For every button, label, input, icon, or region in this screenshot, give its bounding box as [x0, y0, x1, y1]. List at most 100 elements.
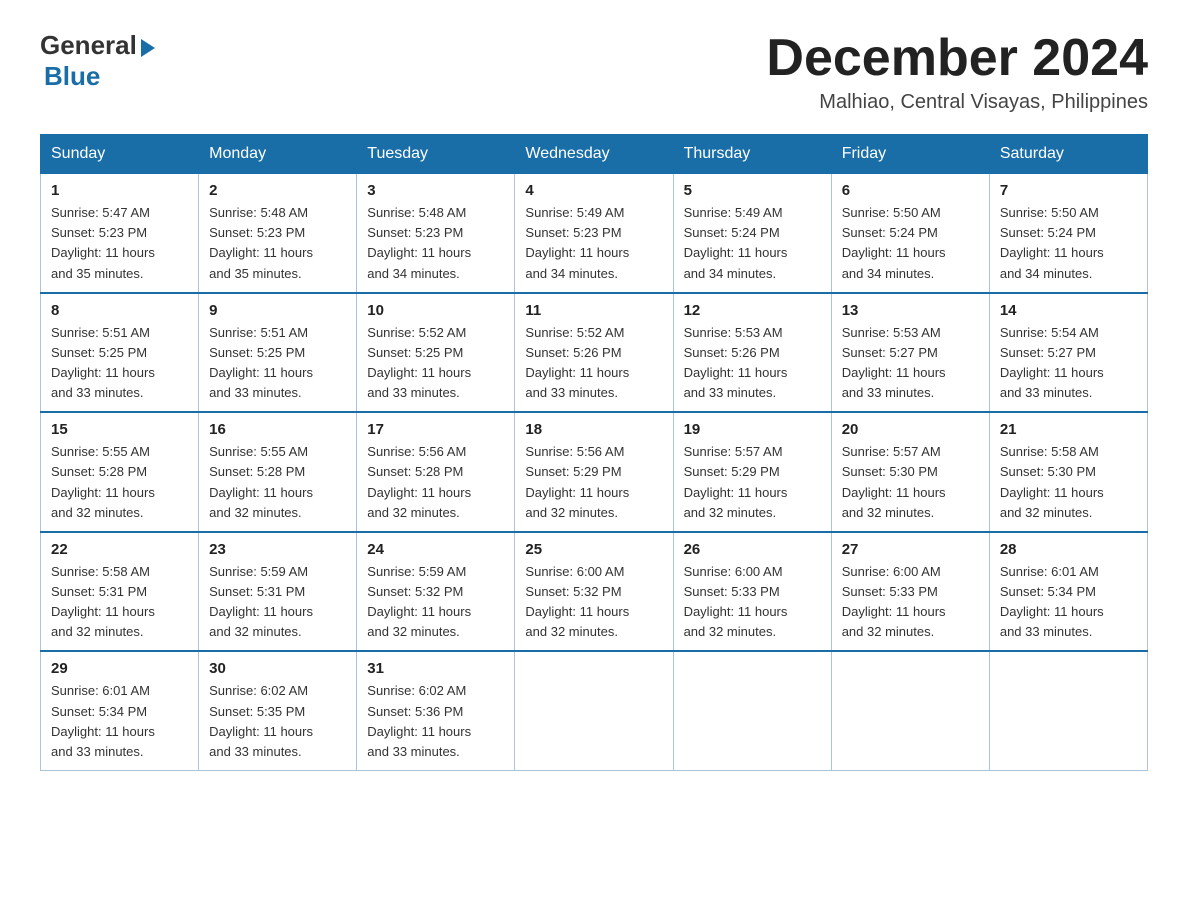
- table-row: 24 Sunrise: 5:59 AM Sunset: 5:32 PM Dayli…: [357, 532, 515, 652]
- col-thursday: Thursday: [673, 135, 831, 174]
- day-number: 10: [367, 302, 504, 319]
- table-row: 20 Sunrise: 5:57 AM Sunset: 5:30 PM Dayli…: [831, 412, 989, 532]
- day-info: Sunrise: 6:02 AM Sunset: 5:35 PM Dayligh…: [209, 681, 346, 762]
- col-sunday: Sunday: [41, 135, 199, 174]
- day-number: 15: [51, 421, 188, 438]
- day-info: Sunrise: 5:48 AM Sunset: 5:23 PM Dayligh…: [367, 203, 504, 284]
- day-number: 16: [209, 421, 346, 438]
- calendar-week-row: 29 Sunrise: 6:01 AM Sunset: 5:34 PM Dayli…: [41, 651, 1148, 770]
- day-number: 17: [367, 421, 504, 438]
- table-row: 21 Sunrise: 5:58 AM Sunset: 5:30 PM Dayli…: [989, 412, 1147, 532]
- col-friday: Friday: [831, 135, 989, 174]
- table-row: 22Sunrise: 5:58 AM Sunset: 5:31 PM Dayli…: [41, 532, 199, 652]
- day-info: Sunrise: 6:00 AM Sunset: 5:33 PM Dayligh…: [842, 562, 979, 643]
- col-saturday: Saturday: [989, 135, 1147, 174]
- day-info: Sunrise: 5:59 AM Sunset: 5:31 PM Dayligh…: [209, 562, 346, 643]
- day-number: 11: [525, 302, 662, 319]
- table-row: 11 Sunrise: 5:52 AM Sunset: 5:26 PM Dayli…: [515, 293, 673, 413]
- day-number: 3: [367, 182, 504, 199]
- table-row: 18Sunrise: 5:56 AM Sunset: 5:29 PM Dayli…: [515, 412, 673, 532]
- location-text: Malhiao, Central Visayas, Philippines: [766, 91, 1148, 114]
- table-row: [989, 651, 1147, 770]
- day-info: Sunrise: 6:02 AM Sunset: 5:36 PM Dayligh…: [367, 681, 504, 762]
- table-row: [831, 651, 989, 770]
- day-number: 6: [842, 182, 979, 199]
- title-section: December 2024 Malhiao, Central Visayas, …: [766, 30, 1148, 114]
- day-info: Sunrise: 5:49 AM Sunset: 5:23 PM Dayligh…: [525, 203, 662, 284]
- table-row: 7Sunrise: 5:50 AM Sunset: 5:24 PM Daylig…: [989, 174, 1147, 293]
- day-info: Sunrise: 5:54 AM Sunset: 5:27 PM Dayligh…: [1000, 323, 1137, 404]
- day-number: 7: [1000, 182, 1137, 199]
- table-row: 14 Sunrise: 5:54 AM Sunset: 5:27 PM Dayli…: [989, 293, 1147, 413]
- table-row: 1Sunrise: 5:47 AM Sunset: 5:23 PM Daylig…: [41, 174, 199, 293]
- day-info: Sunrise: 5:52 AM Sunset: 5:26 PM Dayligh…: [525, 323, 662, 404]
- day-info: Sunrise: 5:51 AM Sunset: 5:25 PM Dayligh…: [209, 323, 346, 404]
- table-row: 29 Sunrise: 6:01 AM Sunset: 5:34 PM Dayli…: [41, 651, 199, 770]
- calendar-week-row: 1Sunrise: 5:47 AM Sunset: 5:23 PM Daylig…: [41, 174, 1148, 293]
- day-number: 25: [525, 541, 662, 558]
- day-info: Sunrise: 5:57 AM Sunset: 5:30 PM Dayligh…: [842, 442, 979, 523]
- day-info: Sunrise: 5:57 AM Sunset: 5:29 PM Dayligh…: [684, 442, 821, 523]
- day-number: 4: [525, 182, 662, 199]
- table-row: 5Sunrise: 5:49 AM Sunset: 5:24 PM Daylig…: [673, 174, 831, 293]
- table-row: 16Sunrise: 5:55 AM Sunset: 5:28 PM Dayli…: [199, 412, 357, 532]
- table-row: 23 Sunrise: 5:59 AM Sunset: 5:31 PM Dayli…: [199, 532, 357, 652]
- day-info: Sunrise: 5:53 AM Sunset: 5:26 PM Dayligh…: [684, 323, 821, 404]
- table-row: 25 Sunrise: 6:00 AM Sunset: 5:32 PM Dayli…: [515, 532, 673, 652]
- day-number: 30: [209, 660, 346, 677]
- day-number: 14: [1000, 302, 1137, 319]
- day-info: Sunrise: 6:00 AM Sunset: 5:32 PM Dayligh…: [525, 562, 662, 643]
- logo-blue-text: Blue: [44, 61, 100, 92]
- day-info: Sunrise: 6:01 AM Sunset: 5:34 PM Dayligh…: [1000, 562, 1137, 643]
- table-row: 31 Sunrise: 6:02 AM Sunset: 5:36 PM Dayli…: [357, 651, 515, 770]
- day-info: Sunrise: 5:58 AM Sunset: 5:30 PM Dayligh…: [1000, 442, 1137, 523]
- day-info: Sunrise: 5:55 AM Sunset: 5:28 PM Dayligh…: [51, 442, 188, 523]
- day-number: 20: [842, 421, 979, 438]
- day-info: Sunrise: 6:01 AM Sunset: 5:34 PM Dayligh…: [51, 681, 188, 762]
- day-number: 13: [842, 302, 979, 319]
- table-row: [515, 651, 673, 770]
- day-number: 29: [51, 660, 188, 677]
- day-info: Sunrise: 5:51 AM Sunset: 5:25 PM Dayligh…: [51, 323, 188, 404]
- day-info: Sunrise: 5:48 AM Sunset: 5:23 PM Dayligh…: [209, 203, 346, 284]
- day-number: 27: [842, 541, 979, 558]
- table-row: 12 Sunrise: 5:53 AM Sunset: 5:26 PM Dayli…: [673, 293, 831, 413]
- day-number: 22: [51, 541, 188, 558]
- day-info: Sunrise: 5:47 AM Sunset: 5:23 PM Dayligh…: [51, 203, 188, 284]
- table-row: 30 Sunrise: 6:02 AM Sunset: 5:35 PM Dayli…: [199, 651, 357, 770]
- day-info: Sunrise: 5:56 AM Sunset: 5:28 PM Dayligh…: [367, 442, 504, 523]
- calendar-header-row: Sunday Monday Tuesday Wednesday Thursday…: [41, 135, 1148, 174]
- day-number: 9: [209, 302, 346, 319]
- day-number: 23: [209, 541, 346, 558]
- day-number: 21: [1000, 421, 1137, 438]
- calendar-week-row: 22Sunrise: 5:58 AM Sunset: 5:31 PM Dayli…: [41, 532, 1148, 652]
- day-info: Sunrise: 6:00 AM Sunset: 5:33 PM Dayligh…: [684, 562, 821, 643]
- table-row: 8Sunrise: 5:51 AM Sunset: 5:25 PM Daylig…: [41, 293, 199, 413]
- month-title: December 2024: [766, 30, 1148, 87]
- logo: General Blue: [40, 30, 155, 92]
- day-number: 19: [684, 421, 821, 438]
- day-info: Sunrise: 5:59 AM Sunset: 5:32 PM Dayligh…: [367, 562, 504, 643]
- col-monday: Monday: [199, 135, 357, 174]
- day-number: 31: [367, 660, 504, 677]
- table-row: 4 Sunrise: 5:49 AM Sunset: 5:23 PM Daylig…: [515, 174, 673, 293]
- page-header: General Blue December 2024 Malhiao, Cent…: [40, 30, 1148, 114]
- table-row: 2 Sunrise: 5:48 AM Sunset: 5:23 PM Daylig…: [199, 174, 357, 293]
- day-info: Sunrise: 5:53 AM Sunset: 5:27 PM Dayligh…: [842, 323, 979, 404]
- col-tuesday: Tuesday: [357, 135, 515, 174]
- day-number: 26: [684, 541, 821, 558]
- day-info: Sunrise: 5:50 AM Sunset: 5:24 PM Dayligh…: [842, 203, 979, 284]
- day-info: Sunrise: 5:56 AM Sunset: 5:29 PM Dayligh…: [525, 442, 662, 523]
- table-row: 3 Sunrise: 5:48 AM Sunset: 5:23 PM Daylig…: [357, 174, 515, 293]
- table-row: 17 Sunrise: 5:56 AM Sunset: 5:28 PM Dayli…: [357, 412, 515, 532]
- day-number: 24: [367, 541, 504, 558]
- logo-general-text: General: [40, 30, 137, 61]
- table-row: 13 Sunrise: 5:53 AM Sunset: 5:27 PM Dayli…: [831, 293, 989, 413]
- logo-arrow-icon: [141, 39, 155, 57]
- table-row: 26 Sunrise: 6:00 AM Sunset: 5:33 PM Dayli…: [673, 532, 831, 652]
- table-row: 28Sunrise: 6:01 AM Sunset: 5:34 PM Dayli…: [989, 532, 1147, 652]
- day-number: 12: [684, 302, 821, 319]
- day-number: 2: [209, 182, 346, 199]
- day-info: Sunrise: 5:49 AM Sunset: 5:24 PM Dayligh…: [684, 203, 821, 284]
- table-row: 9 Sunrise: 5:51 AM Sunset: 5:25 PM Daylig…: [199, 293, 357, 413]
